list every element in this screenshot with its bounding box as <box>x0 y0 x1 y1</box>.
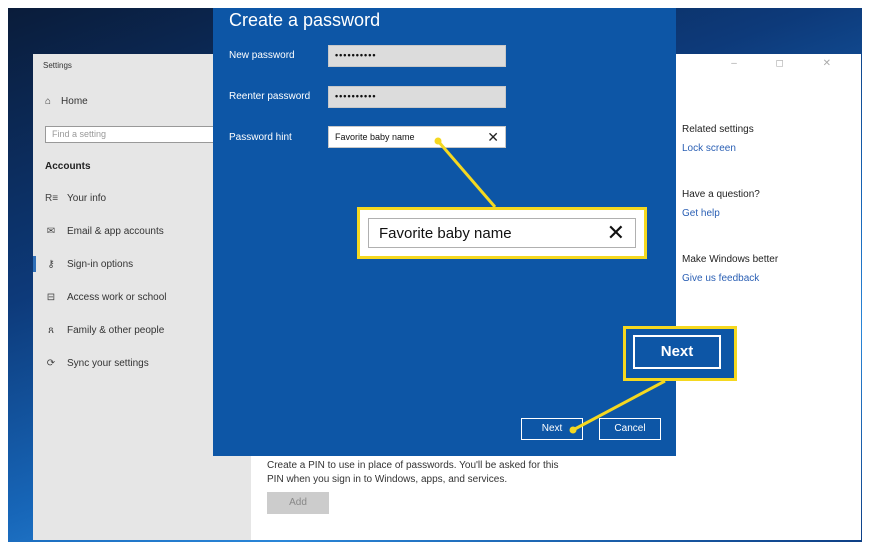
next-zoom-label: Next <box>633 335 721 369</box>
hint-zoom-text: Favorite baby name <box>379 224 512 242</box>
window-title: Settings <box>43 61 72 70</box>
key-icon: ⚷ <box>47 258 55 270</box>
person-card-icon: R≡ <box>45 192 59 204</box>
sidebar-item-access-work[interactable]: ⊟ Access work or school <box>45 289 167 305</box>
clear-icon[interactable]: ✕ <box>487 130 499 144</box>
screenshot-stage: Settings ⌂ Home Find a setting Accounts … <box>0 0 870 550</box>
cancel-button[interactable]: Cancel <box>599 418 661 440</box>
clear-icon-zoomed: ✕ <box>606 220 625 245</box>
question-heading: Have a question? <box>682 189 760 200</box>
sidebar-home[interactable]: ⌂ Home <box>45 96 88 107</box>
sidebar-item-family[interactable]: ጸ Family & other people <box>45 322 164 338</box>
hint-zoom-callout: Favorite baby name ✕ <box>357 207 647 259</box>
briefcase-icon: ⊟ <box>46 291 56 303</box>
dialog-title: Create a password <box>229 10 381 30</box>
sidebar-item-sign-in-options[interactable]: ⚷ Sign-in options <box>45 256 133 272</box>
window-controls[interactable]: – ◻ ✕ <box>731 58 849 69</box>
sidebar-item-label: Your info <box>67 192 107 204</box>
people-icon: ጸ <box>48 324 54 336</box>
sidebar-item-sync[interactable]: ⟳ Sync your settings <box>45 355 149 371</box>
lock-screen-link[interactable]: Lock screen <box>682 143 736 154</box>
envelope-icon: ✉ <box>46 225 56 237</box>
feedback-heading: Make Windows better <box>682 254 779 265</box>
new-password-value: •••••••••• <box>335 50 377 60</box>
password-hint-field[interactable]: Favorite baby name ✕ <box>328 126 506 148</box>
next-button[interactable]: Next <box>521 418 583 440</box>
next-zoom-callout: Next <box>623 326 737 381</box>
sidebar-home-label: Home <box>61 96 88 107</box>
hint-zoom-field: Favorite baby name ✕ <box>368 218 636 248</box>
sync-icon: ⟳ <box>46 357 56 369</box>
sidebar-item-label: Family & other people <box>67 324 165 336</box>
new-password-label: New password <box>229 50 295 61</box>
new-password-field[interactable]: •••••••••• <box>328 45 506 67</box>
feedback-link[interactable]: Give us feedback <box>682 273 759 284</box>
reenter-password-value: •••••••••• <box>335 91 377 101</box>
reenter-password-label: Reenter password <box>229 91 311 102</box>
active-item-indicator <box>33 256 36 272</box>
sidebar-item-label: Sign-in options <box>67 258 134 270</box>
related-settings-heading: Related settings <box>682 124 754 135</box>
sidebar-item-label: Sync your settings <box>67 357 149 369</box>
sidebar-section-heading: Accounts <box>45 161 91 172</box>
sidebar-item-label: Access work or school <box>67 291 167 303</box>
password-hint-value: Favorite baby name <box>335 132 415 142</box>
get-help-link[interactable]: Get help <box>682 208 720 219</box>
pin-description: Create a PIN to use in place of password… <box>267 460 559 485</box>
home-icon: ⌂ <box>45 96 52 107</box>
sidebar-item-label: Email & app accounts <box>67 225 164 237</box>
search-input[interactable]: Find a setting <box>45 126 241 143</box>
add-pin-button[interactable]: Add <box>267 492 329 514</box>
reenter-password-field[interactable]: •••••••••• <box>328 86 506 108</box>
sidebar-item-email-accounts[interactable]: ✉ Email & app accounts <box>45 223 164 239</box>
password-hint-label: Password hint <box>229 132 292 143</box>
sidebar-item-your-info[interactable]: R≡ Your info <box>45 190 106 206</box>
